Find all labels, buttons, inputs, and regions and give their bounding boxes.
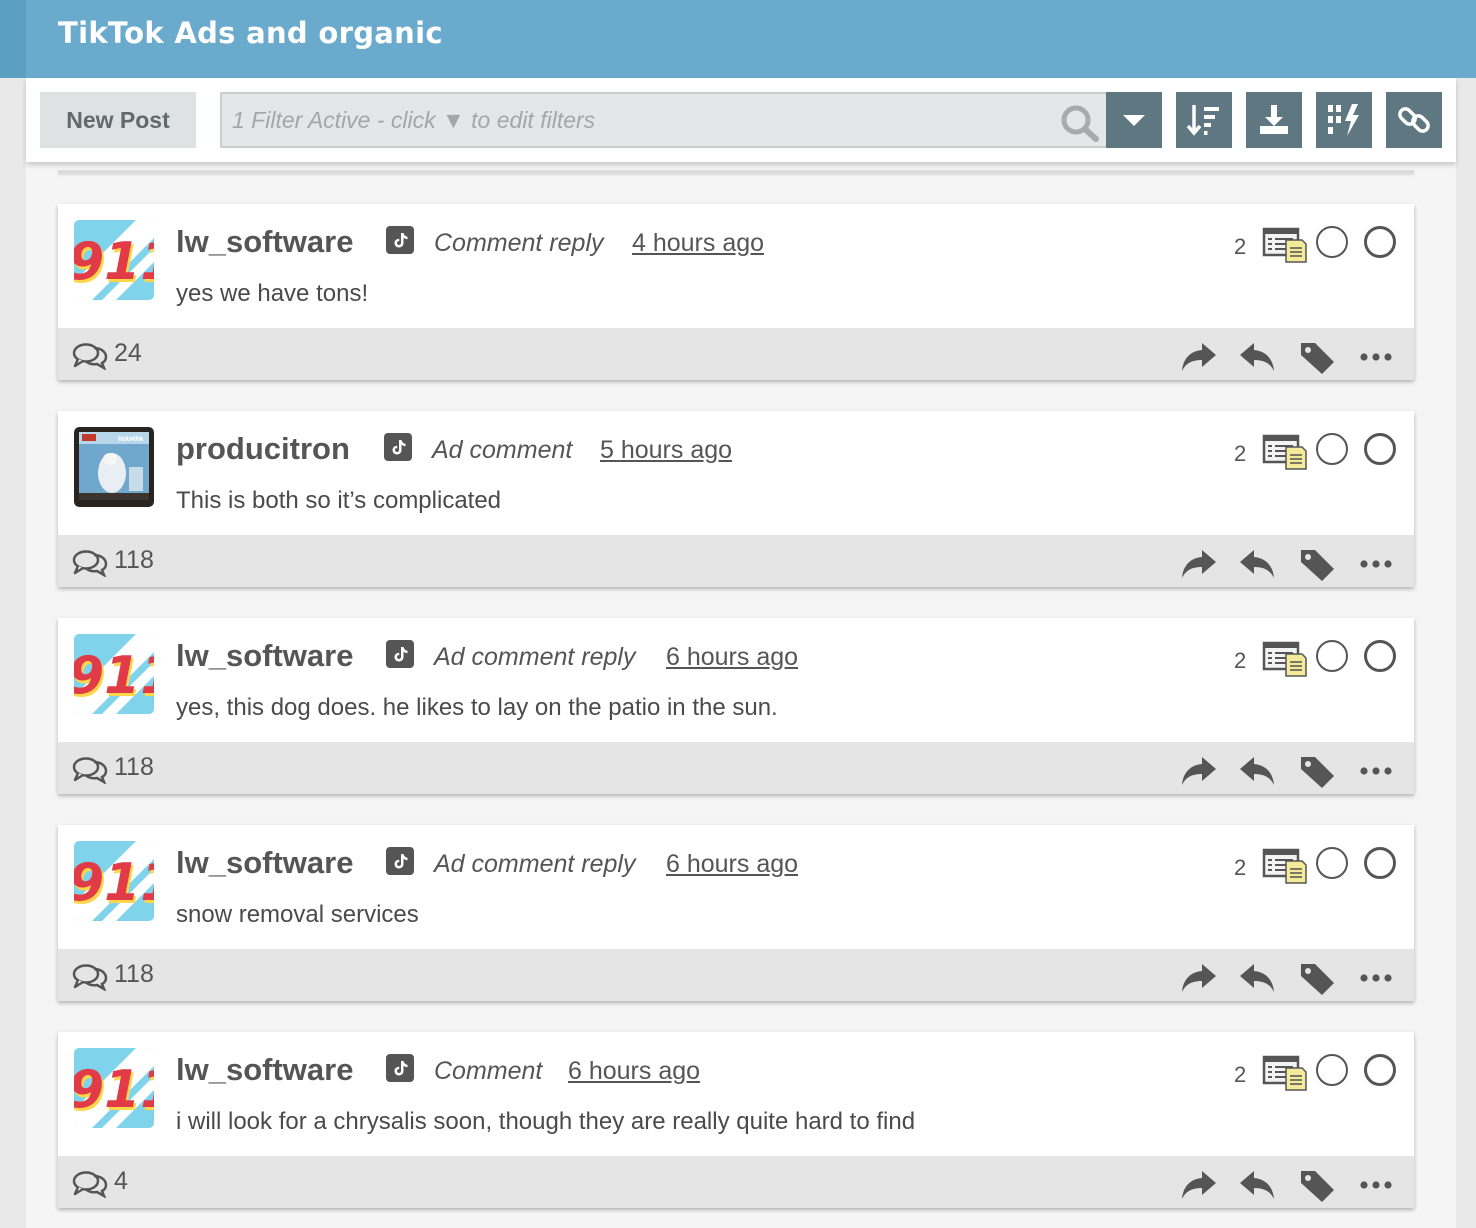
svg-text:911: 911: [74, 232, 154, 292]
feed-panel: New Post 1 Filter Active - click ▼ to ed…: [26, 78, 1456, 1228]
post-time-link[interactable]: 6 hours ago: [568, 1057, 700, 1086]
download-icon: [1260, 105, 1288, 134]
post-footer: 118: [58, 949, 1414, 1001]
notes-icon[interactable]: [1262, 226, 1308, 264]
app-header: TikTok Ads and organic: [26, 0, 1476, 78]
status-circle-icon[interactable]: [1316, 640, 1348, 672]
sort-icon: [1186, 105, 1219, 136]
comments-icon[interactable]: [72, 342, 108, 371]
post-type: Ad comment reply: [434, 643, 636, 671]
post-card[interactable]: 911911 lw_software Ad comment reply 6 hours…: [58, 618, 1414, 794]
svg-text:WAMPA: WAMPA: [118, 436, 144, 443]
toolbar: New Post: [26, 78, 1456, 162]
svg-text:911: 911: [74, 853, 154, 913]
notes-count: 2: [1234, 441, 1247, 466]
tiktok-icon: [386, 1054, 414, 1082]
notes-count: 2: [1234, 1062, 1247, 1087]
tiktok-icon: [384, 433, 412, 461]
status-circle-icon[interactable]: [1316, 1054, 1348, 1086]
avatar[interactable]: 911911: [74, 220, 154, 300]
notes-icon[interactable]: [1262, 640, 1308, 678]
new-post-button[interactable]: New Post: [40, 92, 196, 148]
avatar[interactable]: 911911: [74, 1048, 154, 1128]
notes-count: 2: [1234, 855, 1247, 880]
link-button[interactable]: [1386, 92, 1442, 148]
comment-count[interactable]: 118: [114, 753, 154, 782]
author-name[interactable]: lw_software: [176, 224, 353, 260]
select-circle-icon[interactable]: [1364, 433, 1396, 465]
sort-button[interactable]: [1176, 92, 1232, 148]
author-name[interactable]: lw_software: [176, 638, 353, 674]
bolt-icon: [1328, 104, 1359, 136]
post-footer: 4: [58, 1156, 1414, 1208]
select-circle-icon[interactable]: [1364, 226, 1396, 258]
svg-text:911: 911: [74, 1060, 154, 1120]
tiktok-icon: [386, 226, 414, 254]
status-circle-icon[interactable]: [1316, 847, 1348, 879]
status-circle-icon[interactable]: [1316, 226, 1348, 258]
post-message: i will look for a chrysalis soon, though…: [176, 1108, 916, 1135]
post-card[interactable]: 911911 lw_software Ad comment reply 6 hours…: [58, 825, 1414, 1001]
post-message: This is both so it’s complicated: [176, 487, 502, 514]
notes-icon[interactable]: [1262, 1054, 1308, 1092]
comments-icon[interactable]: [72, 756, 108, 785]
post-type: Ad comment reply: [434, 850, 636, 878]
svg-text:911: 911: [74, 646, 154, 706]
link-icon: [1398, 107, 1430, 133]
tiktok-icon: [386, 847, 414, 875]
post-type: Ad comment: [432, 436, 573, 464]
post-time-link[interactable]: 5 hours ago: [600, 436, 732, 465]
post-time-link[interactable]: 4 hours ago: [632, 229, 764, 258]
avatar[interactable]: 911911: [74, 634, 154, 714]
status-circle-icon[interactable]: [1316, 433, 1348, 465]
notes-count: 2: [1234, 234, 1247, 259]
post-message: yes, this dog does. he likes to lay on t…: [176, 694, 778, 721]
author-name[interactable]: lw_software: [176, 1052, 353, 1088]
avatar[interactable]: 911911: [74, 841, 154, 921]
post-footer: 118: [58, 742, 1414, 794]
post-type: Comment reply: [434, 229, 604, 257]
comment-count[interactable]: 24: [114, 339, 142, 368]
notes-icon[interactable]: [1262, 433, 1308, 471]
chevron-down-icon: [1123, 115, 1145, 126]
select-circle-icon[interactable]: [1364, 640, 1396, 672]
post-card[interactable]: 911911 lw_software Comment 6 hours ago i wil…: [58, 1032, 1414, 1208]
notes-icon[interactable]: [1262, 847, 1308, 885]
post-card[interactable]: WAMPA producitron Ad comment 5 hours ago Thi…: [58, 411, 1414, 587]
sidebar-edge: [0, 0, 26, 78]
download-button[interactable]: [1246, 92, 1302, 148]
post-card[interactable]: 911911 lw_software Comment reply 4 hours ag…: [58, 204, 1414, 380]
post-message: snow removal services: [176, 901, 419, 928]
post-footer: 24: [58, 328, 1414, 380]
automation-button[interactable]: [1316, 92, 1372, 148]
comments-icon[interactable]: [72, 963, 108, 992]
filter-box: [220, 92, 1108, 148]
tiktok-icon: [386, 640, 414, 668]
comments-icon[interactable]: [72, 1170, 108, 1199]
post-footer: 118: [58, 535, 1414, 587]
author-name[interactable]: lw_software: [176, 845, 353, 881]
comment-count[interactable]: 4: [114, 1167, 128, 1196]
filter-input[interactable]: [232, 105, 1032, 135]
page-title: TikTok Ads and organic: [58, 16, 443, 50]
notes-count: 2: [1234, 648, 1247, 673]
select-circle-icon[interactable]: [1364, 847, 1396, 879]
comments-icon[interactable]: [72, 549, 108, 578]
comment-count[interactable]: 118: [114, 960, 154, 989]
comment-count[interactable]: 118: [114, 546, 154, 575]
select-circle-icon[interactable]: [1364, 1054, 1396, 1086]
post-message: yes we have tons!: [176, 280, 369, 307]
avatar[interactable]: WAMPA: [74, 427, 154, 507]
post-type: Comment: [434, 1057, 543, 1085]
previous-card-edge: [58, 170, 1414, 173]
author-name[interactable]: producitron: [176, 431, 350, 467]
filter-dropdown-button[interactable]: [1106, 92, 1162, 148]
search-icon[interactable]: [1058, 103, 1102, 143]
post-time-link[interactable]: 6 hours ago: [666, 850, 798, 879]
post-time-link[interactable]: 6 hours ago: [666, 643, 798, 672]
